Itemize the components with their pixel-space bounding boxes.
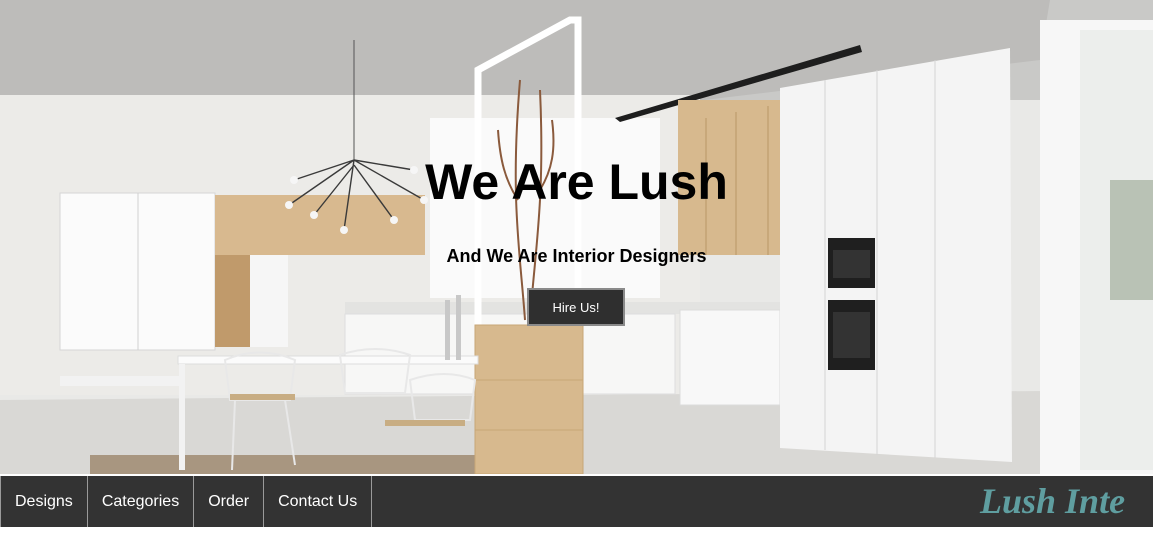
hero-background-image bbox=[0, 0, 1153, 474]
nav-item-categories[interactable]: Categories bbox=[88, 476, 195, 527]
nav-menu: Designs Categories Order Contact Us bbox=[0, 476, 373, 527]
hire-us-button[interactable]: Hire Us! bbox=[527, 288, 625, 326]
nav-item-order[interactable]: Order bbox=[194, 476, 265, 527]
brand-logo-text[interactable]: Lush Inte bbox=[980, 478, 1125, 524]
hero-title: We Are Lush bbox=[425, 154, 728, 210]
nav-item-contact-us[interactable]: Contact Us bbox=[264, 476, 373, 527]
hero-subtitle: And We Are Interior Designers bbox=[446, 246, 707, 266]
navigation-bar: Designs Categories Order Contact Us Lush… bbox=[0, 476, 1153, 527]
hero-section: We Are Lush And We Are Interior Designer… bbox=[0, 0, 1153, 474]
nav-item-designs[interactable]: Designs bbox=[1, 476, 88, 527]
